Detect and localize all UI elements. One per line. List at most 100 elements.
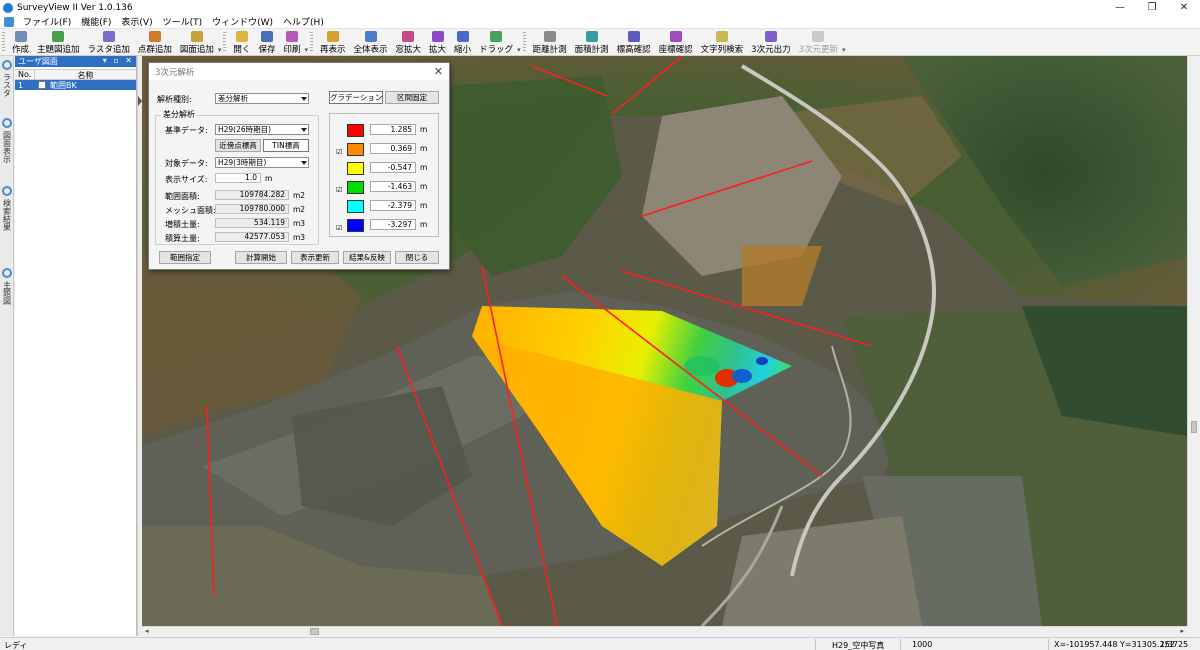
tab-zone-fixed[interactable]: 区間固定	[385, 91, 439, 104]
elevation-check-button[interactable]: 標高確認	[613, 29, 655, 56]
scroll-left-icon[interactable]: ◂	[145, 627, 149, 635]
base-data-select[interactable]: H29(26時期目)	[215, 124, 309, 135]
legend-color-swatch[interactable]	[347, 162, 364, 175]
side-tab-theme-map[interactable]: 主題図	[1, 266, 13, 305]
column-name[interactable]: 名称	[35, 70, 136, 80]
close-window-button[interactable]: ✕	[1168, 0, 1200, 15]
chevron-down-icon	[301, 97, 307, 101]
toolbar-overflow-icon[interactable]: ▾	[842, 46, 846, 54]
panel-window-buttons[interactable]: ▾ ▫ ✕	[103, 56, 134, 65]
target-data-label: 対象データ:	[165, 159, 208, 168]
dialog-close-icon[interactable]: ✕	[434, 65, 443, 78]
vertical-scroll-thumb[interactable]	[1191, 421, 1197, 433]
legend-checkbox[interactable]: ☑	[336, 225, 343, 232]
minimize-button[interactable]: —	[1104, 0, 1136, 15]
row-visibility-checkbox[interactable]	[38, 81, 46, 89]
menu-file[interactable]: ファイル(F)	[18, 15, 76, 28]
toolbar-label: 縮小	[454, 45, 472, 55]
legend-value-input[interactable]: 0.369	[370, 143, 416, 154]
tin-elevation-button[interactable]: TIN標高	[263, 139, 309, 152]
coordinate-check-button[interactable]: 座標確認	[655, 29, 697, 56]
target-data-select[interactable]: H29(3時期目)	[215, 157, 309, 168]
add-pointcloud-button[interactable]: 点群追加	[134, 29, 176, 56]
legend-checkbox[interactable]	[336, 168, 343, 175]
table-row[interactable]: 1 範囲BK	[15, 80, 136, 90]
horizontal-scroll-thumb[interactable]	[310, 628, 319, 635]
close-dialog-button[interactable]: 閉じる	[395, 251, 439, 264]
side-tab-drawing-display[interactable]: 図面表示	[1, 116, 13, 163]
save-button[interactable]: 保存	[254, 29, 279, 56]
pan-drag-button[interactable]: ドラッグ	[475, 29, 517, 56]
open-folder-button[interactable]: 開く	[229, 29, 254, 56]
maximize-button[interactable]: ❐	[1136, 0, 1168, 15]
menu-help[interactable]: ヘルプ(H)	[278, 15, 329, 28]
legend-unit: m	[420, 125, 428, 134]
legend-value-input[interactable]: -0.547	[370, 162, 416, 173]
window-zoom-button[interactable]: 窓拡大	[392, 29, 426, 56]
legend-unit: m	[420, 163, 428, 172]
add-raster-button[interactable]: ラスタ追加	[84, 29, 134, 56]
legend-checkbox[interactable]	[336, 130, 343, 137]
nearest-elevation-button[interactable]: 近傍点標高	[215, 139, 261, 152]
legend-value-input[interactable]: -1.463	[370, 181, 416, 192]
save-icon	[260, 31, 273, 42]
status-ready: レディ	[4, 641, 28, 650]
legend-value-input[interactable]: 1.285	[370, 124, 416, 135]
column-no[interactable]: No.	[15, 70, 35, 79]
analysis-dialog: 3次元解析 ✕ 解析種別: 差分解析 グラデーション 区間固定 差分解析 基準デ…	[148, 62, 450, 270]
scroll-right-icon[interactable]: ▸	[1180, 627, 1184, 635]
zoom-out-button[interactable]: 縮小	[450, 29, 475, 56]
toolbar-label: 図面追加	[179, 45, 214, 55]
fit-all-button[interactable]: 全体表示	[350, 29, 392, 56]
legend-checkbox[interactable]: ☑	[336, 149, 343, 156]
add-drawing-button[interactable]: 図面追加	[176, 29, 218, 56]
vertical-scrollbar[interactable]	[1187, 56, 1200, 626]
range-select-button[interactable]: 範囲指定	[159, 251, 211, 264]
search-tab-icon	[2, 186, 12, 196]
start-calculation-button[interactable]: 計算開始	[235, 251, 287, 264]
status-layer: H29_空中写真	[832, 641, 885, 650]
stat-value: 534.119	[215, 218, 289, 228]
update-display-button[interactable]: 表示更新	[291, 251, 339, 264]
legend-value-input[interactable]: -2.379	[370, 200, 416, 211]
status-separator	[815, 639, 816, 650]
area-measure-button[interactable]: 面積計測	[571, 29, 613, 56]
legend-color-swatch[interactable]	[347, 124, 364, 137]
refresh-button[interactable]: 再表示	[316, 29, 350, 56]
legend-checkbox[interactable]: ☑	[336, 187, 343, 194]
toolbar-label: 開く	[233, 45, 251, 55]
horizontal-scrollbar[interactable]: ◂ ▸	[142, 626, 1187, 636]
legend-color-swatch[interactable]	[347, 200, 364, 213]
status-bar: レディ H29_空中写真 1000 X=-101957.448 Y=31305.…	[0, 637, 1200, 650]
display-size-input[interactable]: 1.0	[215, 173, 261, 183]
menu-window[interactable]: ウィンドウ(W)	[207, 15, 278, 28]
legend-color-swatch[interactable]	[347, 181, 364, 194]
document-icon[interactable]	[4, 16, 14, 27]
menu-function[interactable]: 機能(F)	[76, 15, 116, 28]
toolbar-group: 再表示 全体表示 窓拡大 拡大 縮小 ドラッグ ▾	[308, 29, 521, 56]
apply-result-button[interactable]: 結果&反映	[343, 251, 391, 264]
toolbar-label: 主題図追加	[37, 45, 80, 55]
legend-color-swatch[interactable]	[347, 219, 364, 232]
print-button[interactable]: 印刷	[279, 29, 304, 56]
open-folder-icon	[235, 31, 248, 42]
export-3d-button[interactable]: 3次元出力	[747, 29, 794, 56]
side-tab-raster[interactable]: ラスタ	[1, 58, 13, 97]
new-file-button[interactable]: 作成	[8, 29, 33, 56]
legend-color-swatch[interactable]	[347, 143, 364, 156]
zoom-in-button[interactable]: 拡大	[425, 29, 450, 56]
menu-tools[interactable]: ツール(T)	[158, 15, 208, 28]
side-tab-search-results[interactable]: 検索結果	[1, 184, 13, 231]
tab-gradation[interactable]: グラデーション	[329, 91, 383, 104]
legend-checkbox[interactable]	[336, 206, 343, 213]
legend-value-input[interactable]: -3.297	[370, 219, 416, 230]
stat-label: 範囲面積:	[165, 192, 200, 201]
add-map-button[interactable]: 主題図追加	[33, 29, 84, 56]
print-icon	[285, 31, 298, 42]
menu-view[interactable]: 表示(V)	[116, 15, 157, 28]
distance-measure-button[interactable]: 距離計測	[529, 29, 571, 56]
update-3d-button[interactable]: 3次元更新	[795, 29, 842, 56]
text-search-button[interactable]: 文字列検索	[697, 29, 748, 56]
text-search-icon	[715, 31, 728, 42]
analysis-type-select[interactable]: 差分解析	[215, 93, 309, 104]
